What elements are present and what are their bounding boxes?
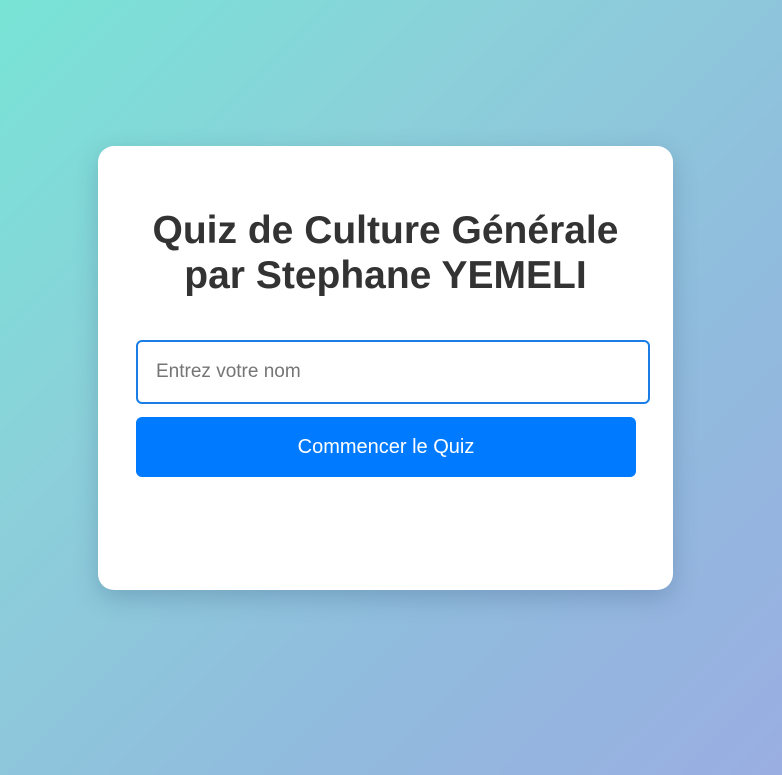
quiz-card: Quiz de Culture Générale par Stephane YE… [98,146,673,590]
page-background: { "quiz": { "title_line1": "Quiz de Cult… [0,0,782,775]
title-line-2: par Stephane YEMELI [184,254,587,297]
start-quiz-button[interactable]: Commencer le Quiz [136,417,636,477]
page-title: Quiz de Culture Générale par Stephane YE… [98,208,673,298]
name-input[interactable] [136,340,650,404]
title-line-1: Quiz de Culture Générale [152,209,619,252]
